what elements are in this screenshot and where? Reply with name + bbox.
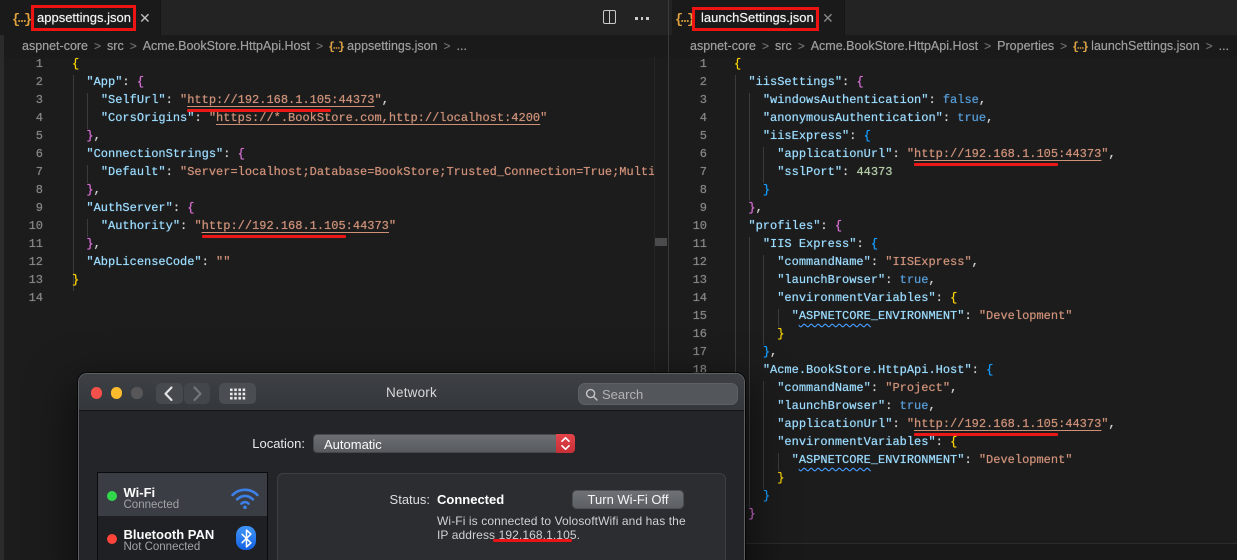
- svg-text:{: {: [329, 42, 335, 52]
- svg-text:{: {: [13, 13, 20, 26]
- svg-text:{: {: [1073, 42, 1079, 52]
- svg-text:}: }: [24, 13, 31, 26]
- svg-text:}: }: [338, 42, 344, 52]
- svg-text:}: }: [1082, 42, 1088, 52]
- svg-text:{: {: [676, 13, 683, 26]
